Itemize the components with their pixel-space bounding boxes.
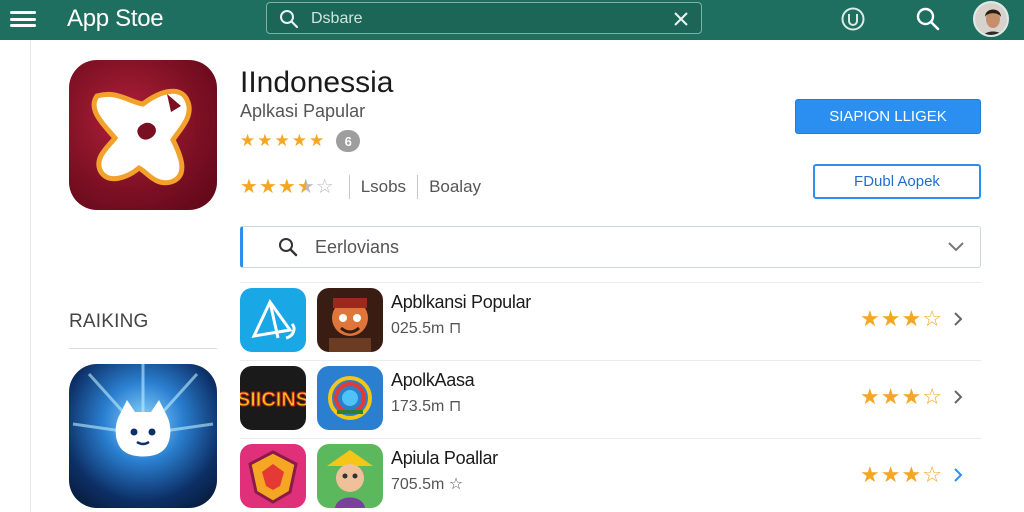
list-item-size: 173.5m ⊓ (391, 396, 461, 416)
star-icon: ★ (880, 384, 901, 409)
list-divider (240, 438, 981, 439)
star-outline-icon: ☆ (922, 384, 942, 409)
star-outline-icon: ☆ (922, 306, 942, 331)
ranking-app-icon[interactable] (69, 364, 217, 508)
ranking-heading: RAIKING (69, 311, 149, 332)
user-avatar-icon (975, 3, 1007, 35)
app-icon[interactable] (69, 60, 217, 210)
chevron-right-icon[interactable] (952, 389, 964, 405)
filter-label: Eerlovians (315, 237, 400, 257)
meta-divider (348, 175, 350, 199)
bookmark-icon: ⊓ (448, 320, 462, 337)
ghost-icon (72, 364, 214, 457)
list-item-size: 705.5m ☆ (391, 474, 463, 494)
list-item-size-value: 025.5m (391, 320, 445, 337)
star-outline-icon: ☆ (315, 176, 334, 198)
close-icon[interactable] (671, 9, 691, 29)
star-icon: ★ (901, 384, 922, 409)
star-icon: ★ (880, 306, 901, 331)
search-icon (279, 238, 298, 257)
app-rating-top: ★ ★ ★ ★ ★ 6 (240, 130, 361, 152)
star-icon: ★ (240, 176, 258, 198)
meta-category: Boalay (429, 177, 482, 196)
app-thumbnail (317, 288, 383, 352)
list-item-size: 025.5m ⊓ (391, 318, 461, 338)
star-icon: ★ (901, 306, 922, 331)
ranking-divider (69, 348, 217, 349)
install-button[interactable]: SIAPION LLIGEK (795, 99, 981, 134)
meta-downloads: Lsobs (360, 177, 407, 196)
hero-character-icon (317, 444, 383, 508)
app-thumbnail (317, 444, 383, 508)
app-thumbnail: SIICINS (240, 366, 306, 430)
search-bar[interactable] (266, 2, 702, 34)
star-outline-icon: ☆ (922, 462, 942, 487)
paper-plane-icon (240, 288, 306, 352)
game-logo-label: SIICINS (240, 389, 306, 411)
list-item[interactable]: Apblkansi Popular 025.5m ⊓ ★ ★ ★ ☆ (240, 284, 981, 360)
app-store-brand[interactable]: App Stoe (67, 5, 164, 33)
secondary-action-button[interactable]: FDubl Aopek (813, 164, 981, 199)
star-icon: ★ (240, 131, 256, 150)
avatar[interactable] (973, 1, 1009, 37)
game-character-icon (317, 288, 383, 352)
chevron-right-icon[interactable] (952, 467, 964, 483)
star-icon: ★ (291, 131, 307, 150)
app-thumbnail (317, 366, 383, 430)
star-icon: ☆ (448, 476, 464, 493)
list-item[interactable]: Apiula Poallar 705.5m ☆ ★ ★ ★ ☆ (240, 440, 981, 512)
bookmark-icon: ⊓ (448, 398, 462, 415)
list-item-size-value: 173.5m (391, 398, 445, 415)
app-thumbnail (240, 288, 306, 352)
search-icon (280, 10, 299, 29)
list-item-name: Apblkansi Popular (391, 292, 531, 312)
star-icon: ★ (277, 176, 296, 198)
star-icon: ★ (860, 306, 880, 331)
list-item-rating: ★ ★ ★ ☆ (860, 307, 942, 331)
list-item[interactable]: SIICINS ApolkAasa 173.5m ⊓ ★ ★ ★ ☆ (240, 362, 981, 438)
star-icon: ★ (274, 131, 290, 150)
list-item-name: Apiula Poallar (391, 448, 498, 468)
app-title: IIndonessia (240, 66, 394, 99)
list-item-rating: ★ ★ ★ ☆ (860, 385, 942, 409)
app-thumbnail (240, 444, 306, 508)
star-icon: ★ (901, 462, 922, 487)
rating-badge: 6 (336, 130, 361, 152)
app-subtitle: Aplkasi Papular (240, 101, 366, 121)
app-logo-icon (91, 88, 192, 186)
star-icon: ★ (860, 384, 880, 409)
game-logo-icon: SIICINS (240, 366, 306, 430)
search-input[interactable] (311, 7, 671, 31)
app-rating-bottom: ★ ★ ★ ★ ☆ Lsobs Boalay (240, 175, 481, 199)
updates-icon[interactable] (840, 6, 866, 32)
star-icon: ★ (860, 462, 880, 487)
chevron-right-icon[interactable] (952, 311, 964, 327)
half-star-icon: ★ (296, 176, 315, 198)
star-icon: ★ (257, 131, 273, 150)
list-item-rating: ★ ★ ★ ☆ (860, 463, 942, 487)
list-item-name: ApolkAasa (391, 370, 475, 390)
list-divider (240, 360, 981, 361)
menu-icon[interactable] (10, 8, 36, 30)
star-icon: ★ (258, 176, 277, 198)
rainbow-circle-icon (317, 366, 383, 430)
list-divider (240, 282, 981, 283)
star-icon: ★ (309, 131, 325, 150)
search-icon[interactable] (915, 6, 941, 32)
chevron-down-icon (948, 242, 964, 252)
filter-dropdown[interactable]: Eerlovians (240, 226, 981, 268)
top-bar: App Stoe (0, 0, 1024, 40)
list-item-size-value: 705.5m (391, 476, 445, 493)
meta-divider (417, 175, 419, 199)
gem-shield-icon (240, 444, 306, 508)
left-divider (30, 40, 31, 512)
star-icon: ★ (880, 462, 901, 487)
